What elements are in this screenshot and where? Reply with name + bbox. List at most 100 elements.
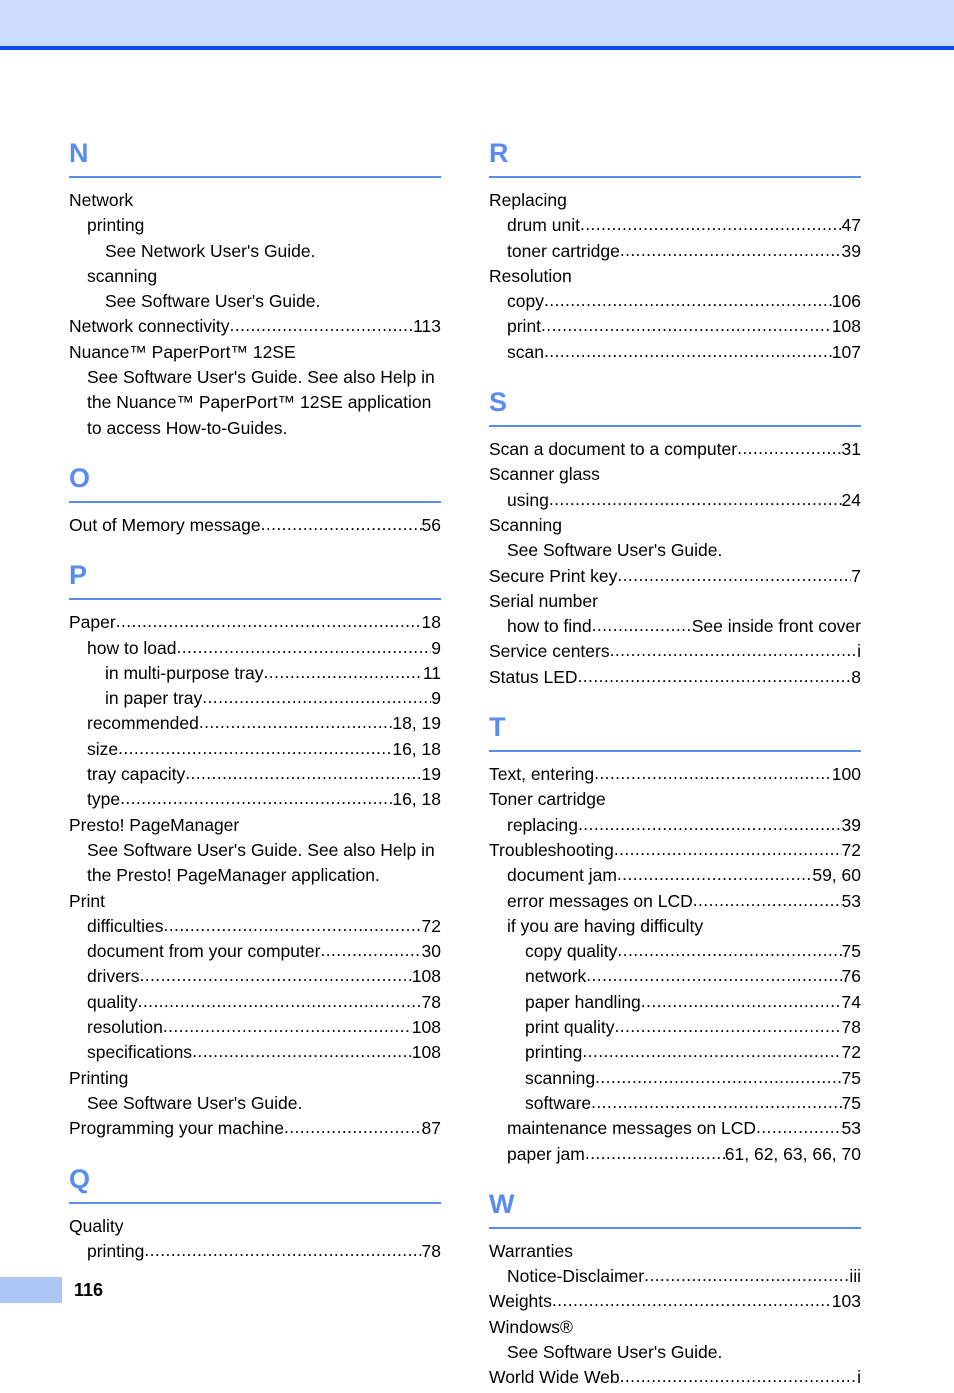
index-entry-page: 39: [841, 240, 861, 261]
left-column: N Network printing See Network User's Guide…: [69, 138, 441, 1266]
index-entry-page: i: [857, 641, 861, 662]
leader-dots: [586, 963, 841, 988]
index-entry-page: See inside front cover: [691, 616, 861, 637]
index-entry-page: 16, 18: [392, 738, 441, 759]
leader-dots: [582, 1039, 841, 1064]
index-entry: in paper tray 9: [69, 686, 441, 711]
page-footer: 116: [0, 1277, 954, 1305]
leader-dots: [594, 761, 832, 786]
entry-list: Scan a document to a computer 31 Scanner g…: [489, 437, 861, 690]
right-column: RReplacingdrum unit47toner cartridge39Re…: [489, 138, 861, 1393]
index-entry-page: 59, 60: [812, 865, 861, 886]
leader-dots: [641, 989, 842, 1014]
index-entry-label: network: [525, 966, 587, 987]
index-entry-page: 7: [851, 565, 861, 586]
index-entry-label: Printing: [69, 1067, 129, 1088]
leader-dots: [595, 1065, 841, 1090]
leader-dots: [118, 736, 392, 761]
leader-dots: [549, 487, 842, 512]
index-entry-page: 76: [841, 966, 861, 987]
index-entry-page: 78: [841, 1017, 861, 1038]
index-entry: in multi-purpose tray 11: [69, 661, 441, 686]
index-entry-label: toner cartridge: [507, 240, 620, 261]
index-entry-label: print quality: [525, 1017, 615, 1038]
leader-dots: [585, 1141, 725, 1166]
index-entry: Status LED 8: [489, 665, 861, 690]
index-entry-label: Text, entering: [489, 764, 595, 785]
index-entry: World Wide Web i: [489, 1365, 861, 1390]
index-entry-label: Presto! PageManager: [69, 814, 240, 835]
index-entry-label: error messages on LCD: [507, 890, 693, 911]
index-entry: resolution 108: [69, 1015, 441, 1040]
section-rule: [69, 1201, 441, 1204]
index-entry: Scanning: [489, 513, 861, 538]
index-columns: N Network printing See Network User's Guide…: [0, 138, 954, 1393]
leader-dots: [544, 339, 832, 364]
index-entry-label: difficulties: [87, 915, 164, 936]
index-entry-label: resolution: [87, 1017, 163, 1038]
entry-list: WarrantiesNotice-DisclaimeriiiWeights103…: [489, 1239, 861, 1391]
index-entry-label: using: [507, 489, 549, 510]
section-letter: W: [489, 1188, 515, 1219]
index-entry: maintenance messages on LCD 53: [489, 1116, 861, 1141]
leader-dots: [284, 1115, 422, 1140]
index-entry: See Software User's Guide.: [69, 289, 441, 314]
index-entry: drivers 108: [69, 964, 441, 989]
index-entry: if you are having difficulty: [489, 914, 861, 939]
index-entry-page: 100: [831, 764, 861, 785]
leader-dots: [620, 238, 842, 263]
leader-dots: [693, 888, 842, 913]
leader-dots: [756, 1115, 842, 1140]
index-entry-label: Out of Memory message: [69, 514, 261, 535]
index-entry-label: printing: [87, 1240, 145, 1261]
index-entry: replacing 39: [489, 813, 861, 838]
leader-dots: [261, 512, 422, 537]
index-entry-page: 53: [841, 1118, 861, 1139]
index-entry: See Software User's Guide. See also Help…: [69, 838, 441, 889]
index-entry-page: 78: [421, 991, 441, 1012]
leader-dots: [617, 938, 841, 963]
index-entry-page: 47: [841, 215, 861, 236]
index-entry-label: Resolution: [489, 265, 572, 286]
index-entry-label: how to find: [507, 616, 592, 637]
index-entry: scanning: [69, 264, 441, 289]
index-entry-label: copy: [507, 291, 544, 312]
index-entry: Nuance™ PaperPort™ 12SE: [69, 340, 441, 365]
index-entry-page: 16, 18: [392, 789, 441, 810]
index-entry: See Network User's Guide.: [69, 239, 441, 264]
index-entry-page: 108: [411, 1042, 441, 1063]
index-entry: Warranties: [489, 1239, 861, 1264]
leader-dots: [617, 563, 851, 588]
leader-dots: [610, 638, 858, 663]
index-entry-label: document jam: [507, 865, 617, 886]
index-entry-label: See Software User's Guide.: [87, 1092, 303, 1113]
index-entry-page: 108: [411, 966, 441, 987]
letter-section-r: RReplacingdrum unit47toner cartridge39Re…: [489, 138, 861, 365]
entry-list: Quality printing 78: [69, 1214, 441, 1265]
index-entry: Secure Print key 7: [489, 564, 861, 589]
index-entry-label: See Software User's Guide.: [507, 540, 723, 561]
index-entry: Text, entering 100: [489, 762, 861, 787]
index-entry-label: Windows®: [489, 1316, 573, 1337]
index-entry-label: See Software User's Guide.: [507, 1341, 723, 1362]
index-entry-label: Nuance™ PaperPort™ 12SE: [69, 341, 296, 362]
index-entry: recommended 18, 19: [69, 711, 441, 736]
index-entry-page: 74: [841, 991, 861, 1012]
index-entry: See Software User's Guide. See also Help…: [69, 365, 441, 441]
index-entry-label: Warranties: [489, 1240, 573, 1261]
index-entry-page: 75: [841, 1067, 861, 1088]
index-entry-label: Quality: [69, 1215, 124, 1236]
index-entry-label: if you are having difficulty: [507, 915, 704, 936]
letter-section-n: N Network printing See Network User's Guide…: [69, 138, 441, 441]
index-entry: See Software User's Guide.: [69, 1091, 441, 1116]
index-entry-page: 75: [841, 1092, 861, 1113]
index-entry: paper jam 61, 62, 63, 66, 70: [489, 1142, 861, 1167]
index-entry: size 16, 18: [69, 737, 441, 762]
index-entry-page: 39: [841, 814, 861, 835]
index-entry-page: 78: [421, 1240, 441, 1261]
leader-dots: [199, 710, 392, 735]
index-entry-label: software: [525, 1092, 592, 1113]
leader-dots: [164, 913, 422, 938]
index-page-body: N Network printing See Network User's Guide…: [0, 138, 954, 1393]
index-entry: Programming your machine 87: [69, 1116, 441, 1141]
